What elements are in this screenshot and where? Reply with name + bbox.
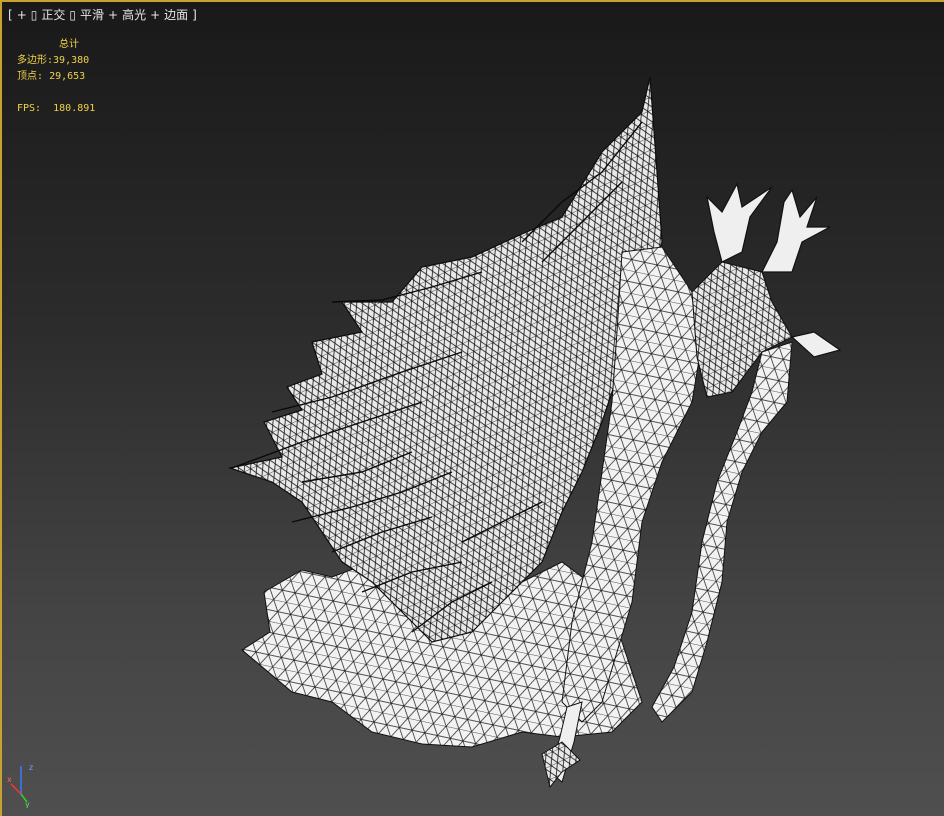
viewport-perspective[interactable]: [ + ▯ 正交 ▯ 平滑 + 高光 + 边面 ] 总计 多边形:39,380 … [0, 0, 944, 816]
axis-z-label: z [29, 763, 33, 772]
axis-x-label: x [7, 775, 12, 784]
axis-y-label: y [25, 800, 30, 808]
wireframe-mesh-model[interactable] [2, 2, 944, 816]
axis-tripod-icon: z x y [7, 763, 33, 808]
